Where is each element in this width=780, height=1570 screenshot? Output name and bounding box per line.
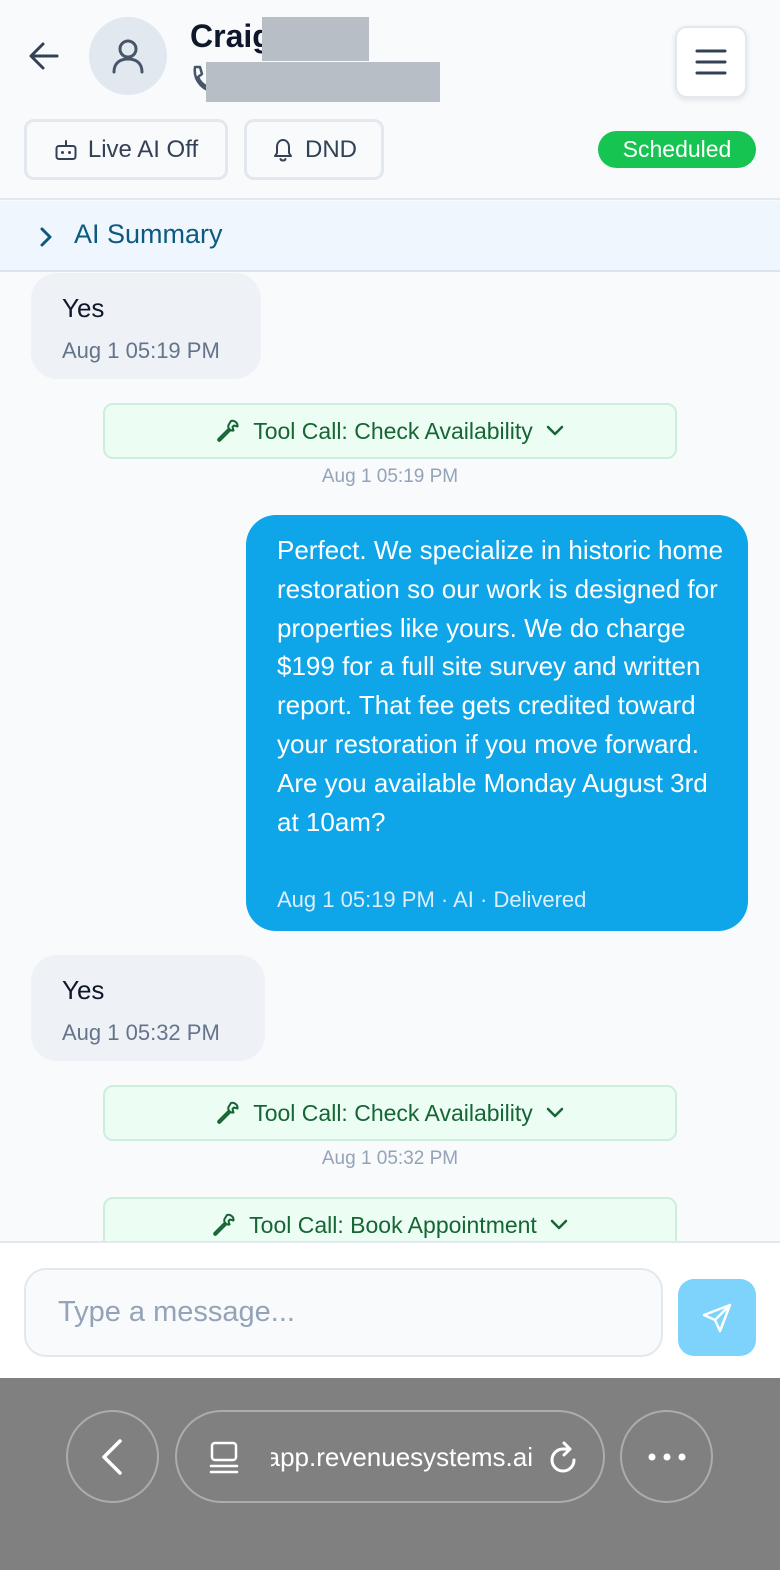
message-input[interactable] bbox=[24, 1268, 663, 1357]
tool-call-time: Aug 1 05:32 PM bbox=[321, 1148, 459, 1169]
tool-call-time: Aug 1 05:19 PM bbox=[321, 466, 459, 487]
reload-icon[interactable] bbox=[545, 1438, 581, 1478]
tool-call-label: Tool Call: Check Availability bbox=[253, 417, 533, 444]
tool-call-label: Tool Call: Book Appointment bbox=[249, 1211, 537, 1238]
back-button[interactable] bbox=[24, 34, 64, 78]
message-thread[interactable]: Yes Aug 1 05:19 PM Tool Call: Check Avai… bbox=[0, 273, 780, 1241]
message-text: Perfect. We specialize in historic home … bbox=[277, 535, 724, 837]
browser-more-button[interactable] bbox=[620, 1410, 713, 1503]
outgoing-message: Perfect. We specialize in historic home … bbox=[246, 515, 748, 931]
browser-toolbar: app.revenuesystems.ai bbox=[0, 1378, 780, 1570]
live-ai-toggle[interactable]: Live AI Off bbox=[24, 119, 228, 180]
chevron-left-icon bbox=[101, 1438, 122, 1475]
message-text: Yes bbox=[62, 293, 105, 323]
message-time: Aug 1 05:32 PM bbox=[62, 1020, 220, 1045]
bell-icon bbox=[274, 138, 292, 161]
message-composer bbox=[0, 1241, 780, 1378]
menu-icon bbox=[695, 49, 727, 75]
chevron-down-icon bbox=[546, 425, 564, 436]
browser-url: app.revenuesystems.ai bbox=[271, 1442, 533, 1472]
ai-summary-toggle[interactable]: AI Summary bbox=[0, 201, 780, 272]
robot-icon bbox=[55, 139, 77, 160]
message-text: Yes bbox=[62, 975, 105, 1005]
live-ai-label: Live AI Off bbox=[87, 135, 199, 163]
tool-call-label: Tool Call: Check Availability bbox=[253, 1099, 533, 1126]
browser-back-button[interactable] bbox=[66, 1410, 159, 1503]
wrench-icon bbox=[213, 1213, 235, 1236]
ai-summary-label: AI Summary bbox=[74, 219, 223, 249]
redacted-phone-number bbox=[206, 62, 440, 102]
status-badge: Scheduled bbox=[598, 131, 756, 168]
incoming-message: Yes Aug 1 05:19 PM bbox=[31, 273, 261, 379]
incoming-message: Yes Aug 1 05:32 PM bbox=[31, 955, 265, 1061]
wrench-icon bbox=[217, 1101, 239, 1124]
user-icon bbox=[112, 39, 144, 74]
message-time: Aug 1 05:19 PM bbox=[62, 338, 220, 363]
chevron-right-icon bbox=[40, 227, 52, 247]
avatar[interactable] bbox=[89, 17, 167, 95]
tool-call-book-appointment[interactable]: Tool Call: Book Appointment bbox=[103, 1197, 677, 1241]
menu-button[interactable] bbox=[675, 26, 747, 98]
dnd-toggle[interactable]: DND bbox=[244, 119, 384, 180]
send-button[interactable] bbox=[678, 1279, 756, 1356]
redacted-surname bbox=[262, 17, 369, 61]
send-icon bbox=[702, 1303, 732, 1332]
browser-address-bar[interactable]: app.revenuesystems.ai bbox=[175, 1410, 605, 1503]
tool-call-check-availability[interactable]: Tool Call: Check Availability bbox=[103, 403, 677, 459]
more-icon bbox=[648, 1453, 685, 1460]
wrench-icon bbox=[217, 419, 239, 442]
contact-name: Craig bbox=[190, 18, 272, 54]
chevron-down-icon bbox=[546, 1107, 564, 1118]
message-meta: Aug 1 05:19 PM · AI · Delivered bbox=[277, 887, 587, 912]
dnd-label: DND bbox=[305, 135, 357, 163]
chevron-down-icon bbox=[550, 1219, 568, 1230]
tool-call-check-availability[interactable]: Tool Call: Check Availability bbox=[103, 1085, 677, 1141]
conversation-header: Craig Live AI Off DND Scheduled bbox=[0, 0, 780, 200]
tabs-icon bbox=[209, 1441, 239, 1474]
back-arrow-icon bbox=[29, 42, 59, 70]
